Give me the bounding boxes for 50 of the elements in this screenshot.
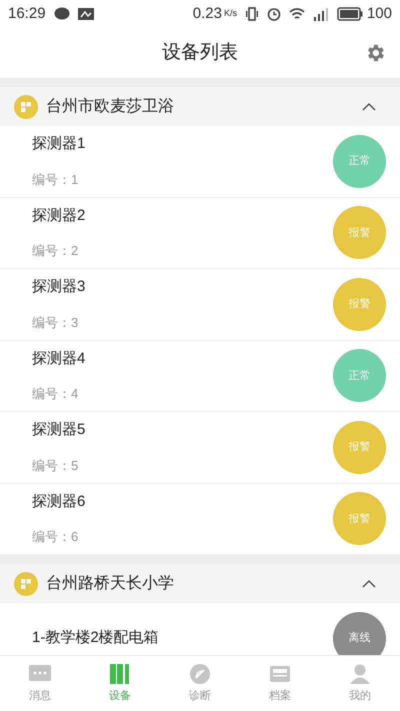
device-number: 编号：3 [32, 314, 80, 332]
image-icon [78, 7, 94, 21]
device-row[interactable]: 探测器2 编号：2 报警 [0, 198, 400, 269]
device-number: 编号：4 [32, 385, 80, 404]
alarm-icon [266, 7, 281, 21]
device-row[interactable]: 探测器1 编号：1 正常 [0, 126, 400, 198]
device-name: 探测器1 [32, 134, 86, 154]
device-row[interactable]: 探测器6 编号：6 报警 [0, 484, 400, 555]
speed-unit: K/s [224, 7, 237, 20]
status-badge: 报警 [333, 492, 386, 546]
status-badge: 报警 [333, 278, 386, 331]
device-name: 探测器5 [32, 420, 86, 440]
collapse-chevron-icon[interactable] [362, 102, 376, 110]
device-name: 探测器6 [32, 492, 86, 512]
device-number: 编号：2 [32, 242, 80, 260]
diagnose-tab-icon [188, 662, 212, 685]
device-name: 1-教学楼2楼配电箱 [32, 628, 160, 648]
status-badge: 离线 [333, 612, 386, 655]
battery-icon [336, 7, 363, 21]
device-number: 编号：1 [32, 170, 80, 189]
device-name: 探测器2 [32, 206, 86, 226]
device-number: 编号：5 [32, 456, 80, 475]
battery-level: 100 [366, 4, 392, 24]
group-header[interactable]: 台州路桥天长小学 [0, 564, 400, 603]
group-header[interactable]: 台州市欧麦莎卫浴 [0, 87, 400, 126]
status-badge: 报警 [333, 420, 386, 474]
me-tab-icon [348, 662, 372, 685]
device-row[interactable]: 1-教学楼2楼配电箱 离线 [0, 603, 400, 655]
device-tab-icon [108, 662, 132, 685]
network-speed: 0.23 [192, 4, 222, 24]
building-icon [14, 94, 38, 118]
device-row[interactable]: 探测器5 编号：5 报警 [0, 412, 400, 484]
status-badge: 正常 [333, 134, 386, 188]
status-time: 16:29 [8, 4, 46, 24]
building-icon [14, 572, 38, 596]
device-row[interactable]: 探测器3 编号：3 报警 [0, 269, 400, 340]
device-name: 探测器3 [32, 277, 86, 298]
vibrate-icon [244, 7, 259, 21]
page-title: 设备列表 [162, 40, 238, 65]
group-name: 台州路桥天长小学 [46, 574, 174, 594]
status-badge: 正常 [333, 349, 386, 402]
chat-icon [54, 7, 70, 21]
collapse-chevron-icon[interactable] [362, 580, 376, 588]
device-row[interactable]: 探测器4 编号：4 正常 [0, 340, 400, 412]
group-name: 台州市欧麦莎卫浴 [46, 96, 174, 116]
device-number: 编号：6 [32, 528, 80, 546]
device-name: 探测器4 [32, 348, 86, 369]
status-badge: 报警 [333, 206, 386, 260]
signal-icon [312, 7, 329, 21]
wifi-icon [288, 7, 305, 21]
